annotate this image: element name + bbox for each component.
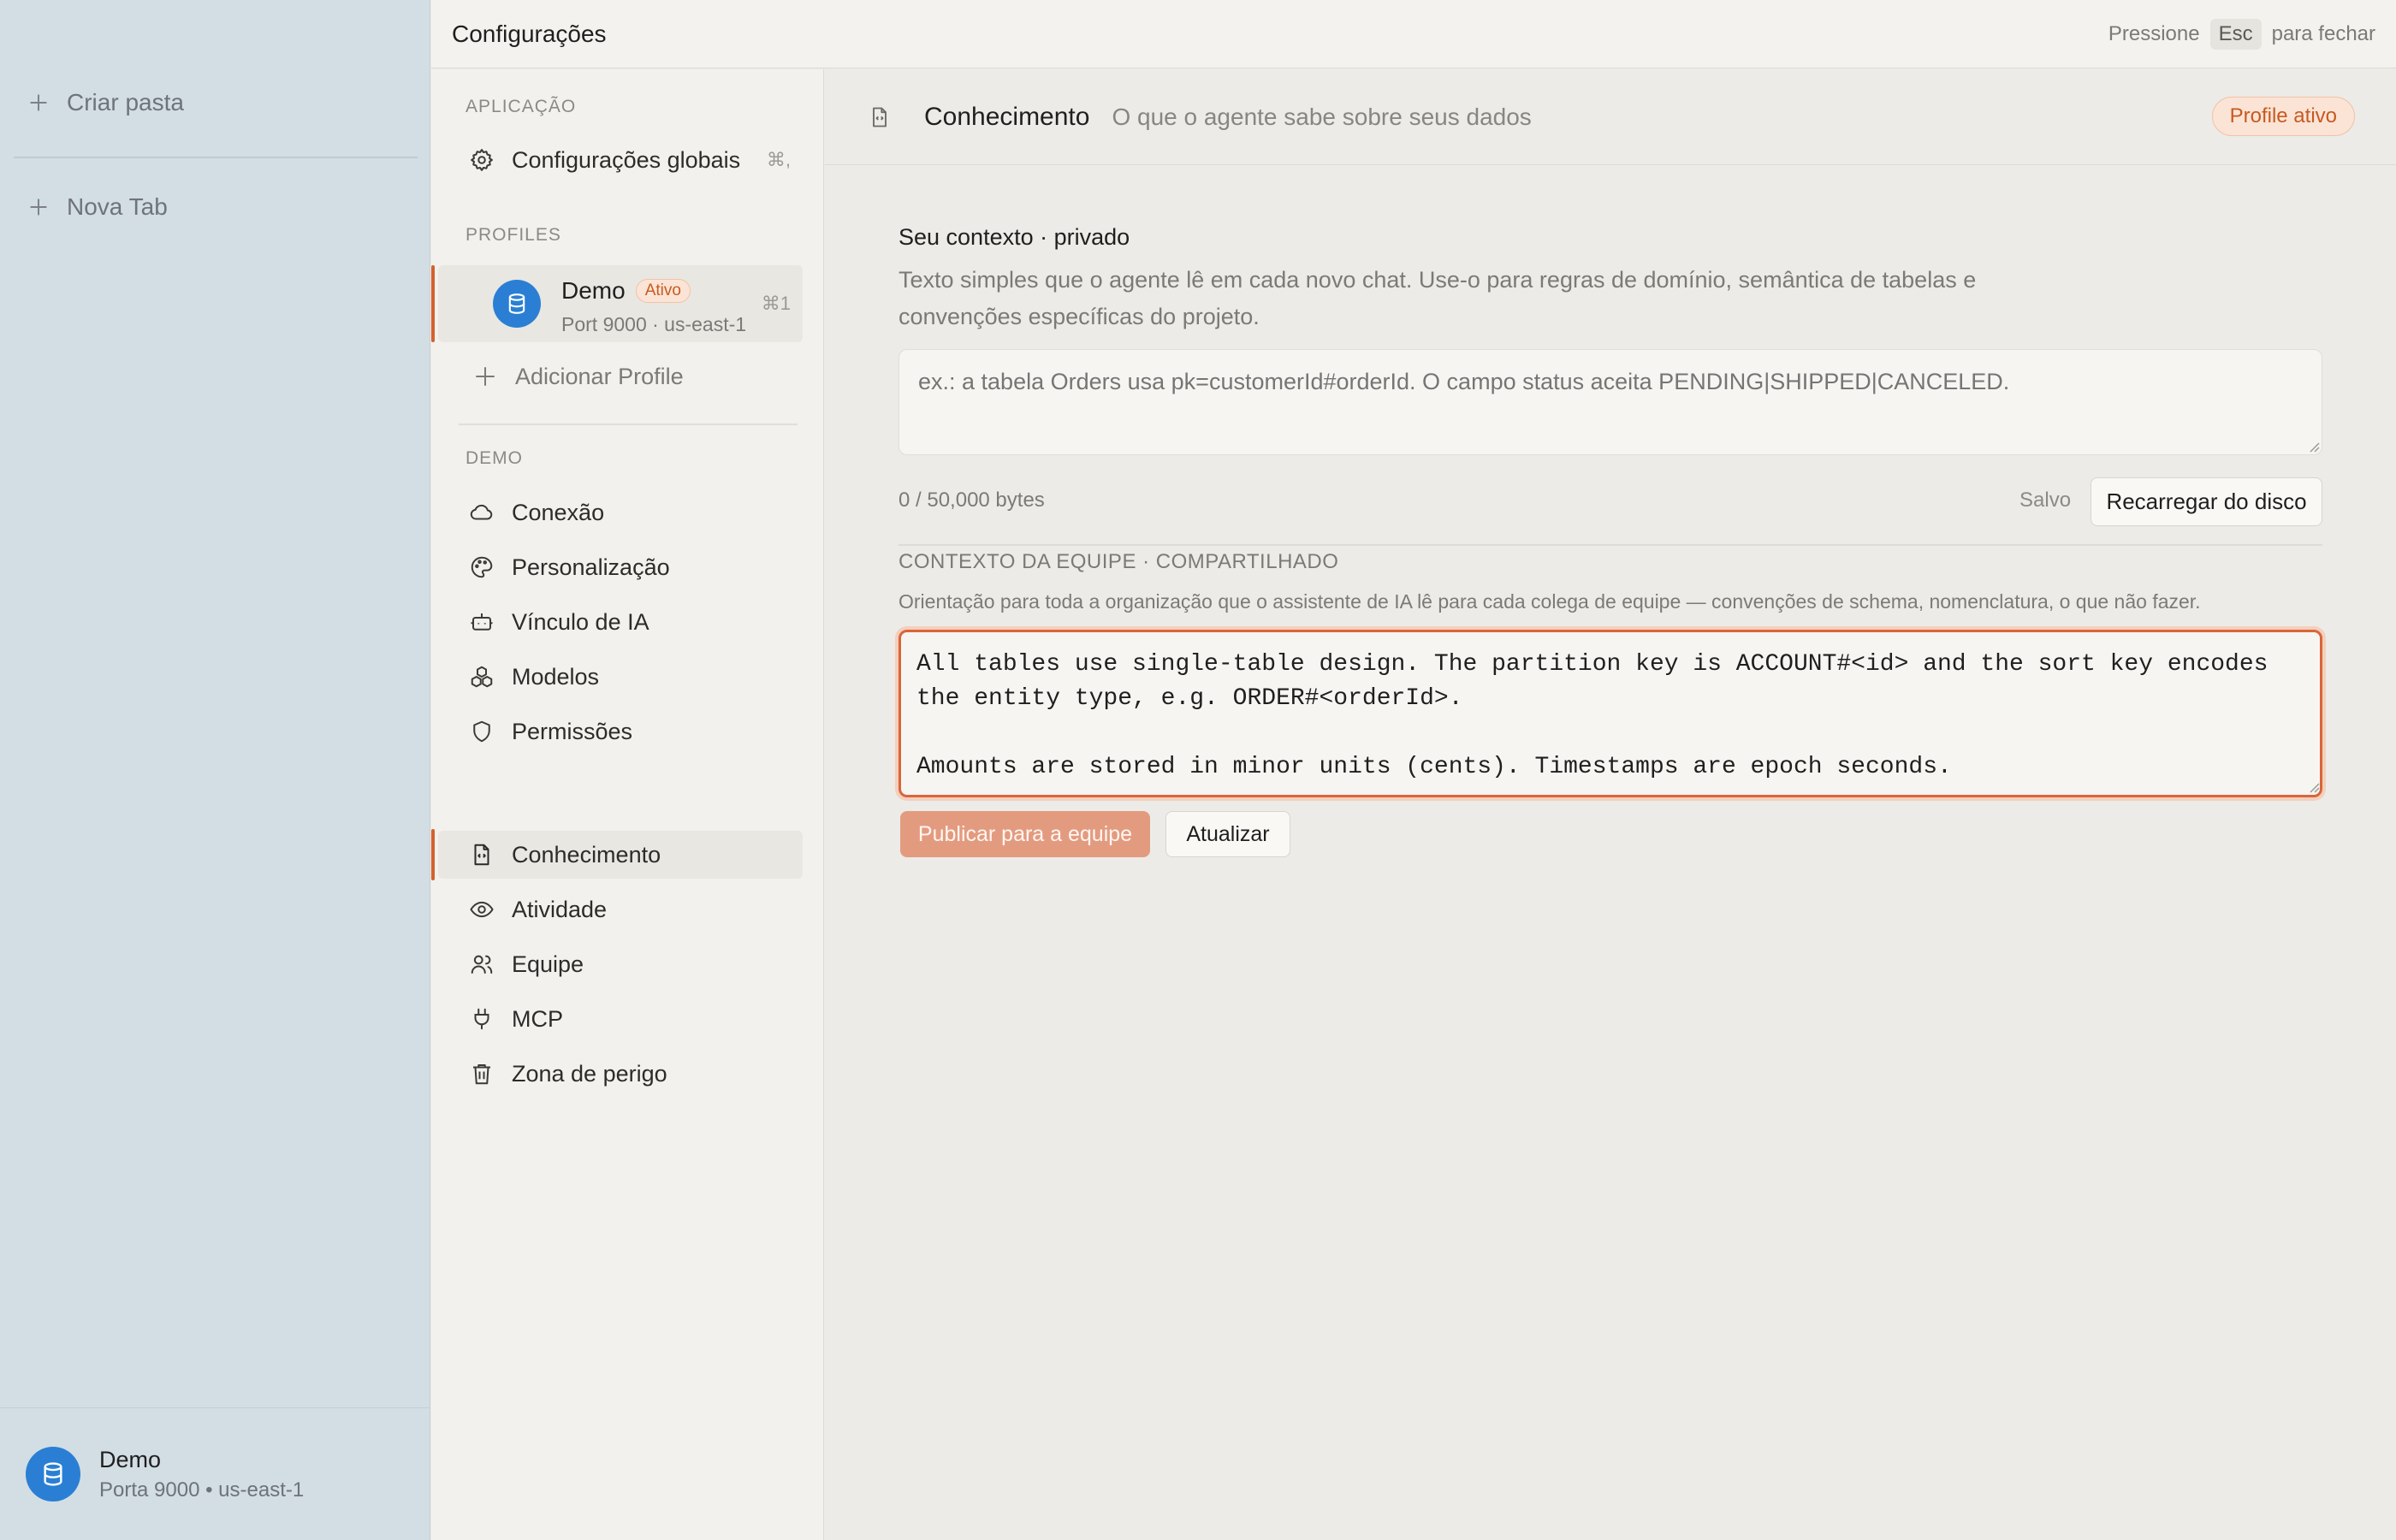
shortcut-hint: ⌘, [766,149,791,170]
users-icon [469,951,495,977]
profile-name-row: Demo Ativo [561,277,691,305]
database-icon [39,1460,67,1488]
publish-to-team-button[interactable]: Publicar para a equipe [900,811,1150,857]
close-hint-suffix: para fechar [2271,21,2375,45]
refresh-button[interactable]: Atualizar [1165,811,1290,857]
palette-icon [469,554,495,580]
nav-item-label: Personalização [512,554,670,580]
app-sidebar: Criar pasta Nova Tab Demo Porta 9000 • u… [0,0,430,1540]
shortcut-hint: ⌘1 [761,293,791,314]
private-context-title: Seu contexto · privado [898,224,1130,250]
nav-item-mcp[interactable]: MCP [438,995,803,1043]
settings-nav: APLICAÇÃO Configurações globais ⌘, PROFI… [431,69,824,1540]
cloud-icon [469,500,495,525]
byte-counter: 0 / 50,000 bytes [898,489,1045,512]
connection-subtitle: Porta 9000 • us-east-1 [99,1478,305,1502]
page-subtitle: O que o agente sabe sobre seus dados [1112,103,1532,130]
connection-name: Demo [99,1446,162,1472]
nav-item-label: Permissões [512,718,633,744]
team-context-description: Orientação para toda a organização que o… [898,590,2201,613]
private-context-textarea[interactable] [898,349,2322,455]
nav-item-ai-link[interactable]: Vínculo de IA [438,598,803,646]
nav-item-label: MCP [512,1005,563,1032]
private-context-description: Texto simples que o agente lê em cada no… [898,267,1977,329]
nav-section-app: APLICAÇÃO [466,97,577,116]
plus-icon [27,196,50,218]
plug-icon [469,1006,495,1032]
database-avatar [493,280,541,328]
nav-section-profiles: PROFILES [466,225,561,245]
settings-title: Configurações [452,20,607,47]
profile-subtitle: Port 9000 · us-east-1 [561,313,747,335]
resize-handle-icon[interactable] [2305,779,2321,794]
close-hint: Pressione Esc para fechar [2108,18,2375,50]
settings-header: Configurações Pressione Esc para fechar [431,0,2396,68]
boxes-icon [469,664,495,690]
reload-from-disk-button[interactable]: Recarregar do disco [2091,477,2322,526]
file-code-icon [469,842,495,868]
nav-item-label: Conexão [512,499,605,525]
gear-icon [469,147,495,173]
nav-item-label: Atividade [512,896,608,922]
esc-key[interactable]: Esc [2209,18,2262,50]
save-status: Salvo [2019,489,2072,512]
file-code-icon [868,105,892,129]
nav-item-knowledge[interactable]: Conhecimento [431,829,803,880]
nav-item-label: Configurações globais [512,146,741,173]
nav-item-team[interactable]: Equipe [438,940,803,988]
active-badge: Ativo [635,279,691,303]
nav-item-label: Conhecimento [512,841,661,868]
nav-item-danger-zone[interactable]: Zona de perigo [438,1050,803,1098]
profile-item-demo[interactable]: Demo Ativo Port 9000 · us-east-1 ⌘1 [431,265,803,342]
plus-icon [27,92,50,114]
shield-icon [469,719,495,744]
nav-item-label: Vínculo de IA [512,608,649,635]
resize-handle-icon[interactable] [2305,438,2321,453]
nav-item-label: Equipe [512,951,584,977]
connection-footer[interactable]: Demo Porta 9000 • us-east-1 [0,1407,430,1540]
section-divider [898,544,2322,546]
profile-name: Demo [561,277,626,304]
content-header: Conhecimento O que o agente sabe sobre s… [825,69,2396,165]
status-badge: Profile ativo [2211,97,2355,136]
bot-icon [469,609,495,635]
nav-section-demo: DEMO [466,448,523,468]
close-hint-prefix: Pressione [2108,21,2200,45]
nav-divider [459,424,798,425]
page-title: Conhecimento [924,102,1090,131]
new-tab-label: Nova Tab [67,193,168,220]
team-context-textarea[interactable] [898,630,2322,797]
plus-icon [472,364,498,389]
eye-icon [469,897,495,922]
nav-item-models[interactable]: Modelos [438,653,803,701]
add-profile-label: Adicionar Profile [515,363,684,389]
nav-item-global-settings[interactable]: Configurações globais ⌘, [438,136,803,184]
database-avatar [26,1447,80,1502]
team-context-title: CONTEXTO DA EQUIPE · COMPARTILHADO [898,550,1339,573]
trash-icon [469,1061,495,1087]
create-folder-label: Criar pasta [67,89,184,116]
nav-item-label: Zona de perigo [512,1060,667,1087]
database-icon [505,292,529,316]
create-folder-button[interactable]: Criar pasta [27,77,184,128]
sidebar-divider [14,157,418,158]
nav-item-permissions[interactable]: Permissões [438,708,803,755]
nav-item-label: Modelos [512,663,600,690]
nav-item-activity[interactable]: Atividade [438,886,803,933]
add-profile-button[interactable]: Adicionar Profile [438,352,803,400]
nav-item-personalization[interactable]: Personalização [438,543,803,591]
nav-item-connection[interactable]: Conexão [438,489,803,536]
new-tab-button[interactable]: Nova Tab [27,181,168,233]
